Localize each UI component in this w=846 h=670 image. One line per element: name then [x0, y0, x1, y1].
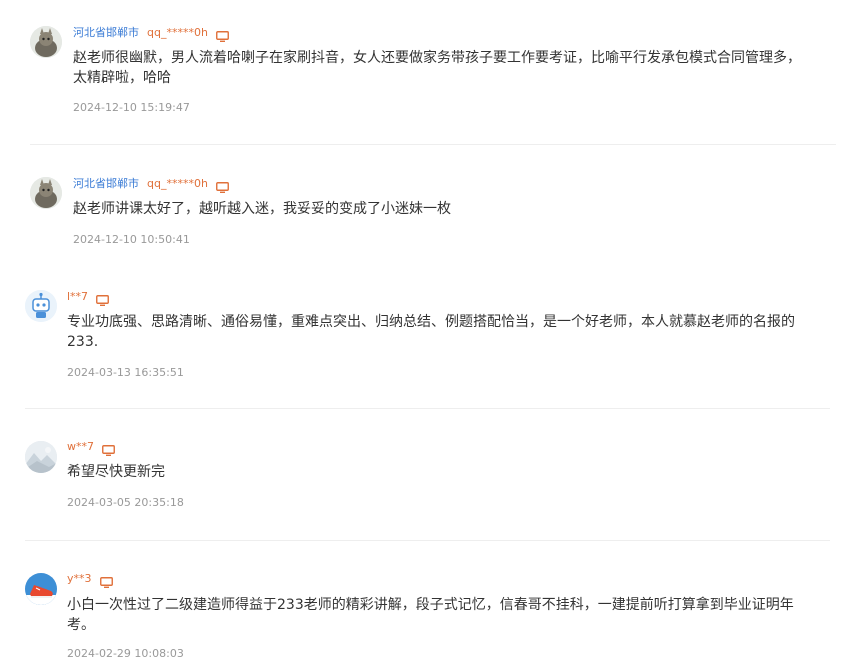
comment-item: l**7 专业功底强、思路清晰、通俗易懂，重难点突出、归纳总结、例题搭配恰当，是… [0, 270, 846, 405]
user-location: 河北省邯郸市 [73, 26, 139, 39]
monitor-icon [96, 291, 110, 306]
comment-text: 赵老师很幽默，男人流着哈喇子在家刷抖音，女人还要做家务带孩子要工作要考证，比喻平… [73, 48, 838, 88]
comment-text: 小白一次性过了二级建造师得益于233老师的精彩讲解，段子式记忆，信春哥不挂科，一… [67, 595, 837, 635]
cat-avatar-icon [30, 26, 62, 58]
comment-timestamp: 2024-02-29 10:08:03 [67, 647, 184, 660]
comment-meta: 河北省邯郸市 qq_*****0h [73, 24, 229, 42]
comment-item: y**3 小白一次性过了二级建造师得益于233老师的精彩讲解，段子式记忆，信春哥… [0, 541, 846, 670]
comment-meta: l**7 [67, 288, 110, 306]
comment-text: 赵老师讲课太好了，越听越入迷，我妥妥的变成了小迷妹一枚 [73, 199, 838, 219]
comment-timestamp: 2024-03-05 20:35:18 [67, 496, 184, 509]
avatar[interactable] [30, 177, 62, 209]
landscape-avatar-icon [25, 441, 57, 473]
comment-text-line: 233. [67, 334, 99, 350]
comment-meta: w**7 [67, 438, 115, 456]
username[interactable]: qq_*****0h [147, 26, 208, 39]
user-location: 河北省邯郸市 [73, 177, 139, 190]
comment-item: 河北省邯郸市 qq_*****0h 赵老师很幽默，男人流着哈喇子在家刷抖音，女人… [0, 0, 846, 140]
comment-text-line: 专业功底强、思路清晰、通俗易懂，重难点突出、归纳总结、例题搭配恰当，是一个好老师… [67, 314, 795, 330]
comment-text-line: 赵老师很幽默，男人流着哈喇子在家刷抖音，女人还要做家务带孩子要工作要考证，比喻平… [73, 50, 801, 66]
avatar[interactable] [25, 441, 57, 473]
comment-text-line: 考。 [67, 617, 95, 633]
monitor-icon [215, 178, 229, 193]
shoe-avatar-icon [25, 573, 57, 605]
comment-item: w**7 希望尽快更新完 2024-03-05 20:35:18 [0, 409, 846, 537]
comment-timestamp: 2024-12-10 15:19:47 [73, 101, 190, 114]
username[interactable]: w**7 [67, 440, 94, 453]
comment-text-line: 太精辟啦，哈哈 [73, 70, 171, 86]
comment-meta: 河北省邯郸市 qq_*****0h [73, 175, 229, 193]
monitor-icon [99, 573, 113, 588]
comment-text-line: 小白一次性过了二级建造师得益于233老师的精彩讲解，段子式记忆，信春哥不挂科，一… [67, 597, 794, 613]
monitor-icon [102, 441, 115, 456]
robot-avatar-icon [25, 290, 57, 322]
username[interactable]: y**3 [67, 572, 92, 585]
username[interactable]: qq_*****0h [147, 177, 208, 190]
monitor-icon [215, 27, 229, 42]
avatar[interactable] [25, 290, 57, 322]
avatar[interactable] [30, 26, 62, 58]
username[interactable]: l**7 [67, 290, 88, 303]
comment-meta: y**3 [67, 570, 113, 588]
comment-timestamp: 2024-03-13 16:35:51 [67, 366, 184, 379]
comment-timestamp: 2024-12-10 10:50:41 [73, 233, 190, 246]
comment-item: 河北省邯郸市 qq_*****0h 赵老师讲课太好了，越听越入迷，我妥妥的变成了… [0, 145, 846, 265]
comment-text: 希望尽快更新完 [67, 462, 837, 482]
comment-text: 专业功底强、思路清晰、通俗易懂，重难点突出、归纳总结、例题搭配恰当，是一个好老师… [67, 312, 837, 352]
comment-text-line: 赵老师讲课太好了，越听越入迷，我妥妥的变成了小迷妹一枚 [73, 201, 451, 217]
comment-text-line: 希望尽快更新完 [67, 464, 165, 480]
avatar[interactable] [25, 573, 57, 605]
cat-avatar-icon [30, 177, 62, 209]
